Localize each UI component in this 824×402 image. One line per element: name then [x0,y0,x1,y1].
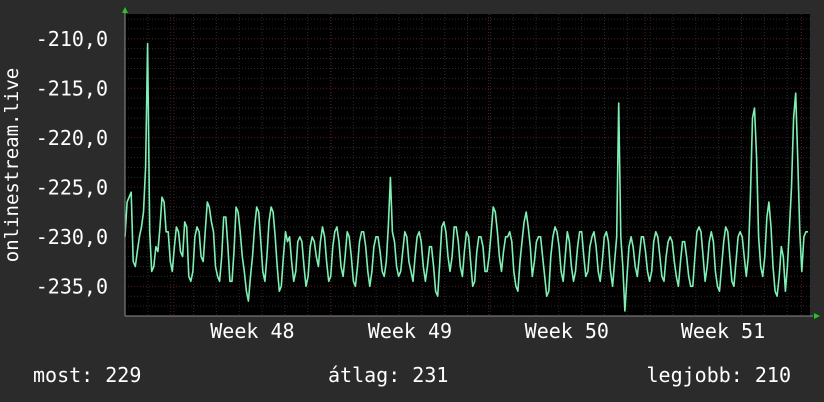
stat-current: most: 229 [33,363,142,387]
y-tick-label: -230,0 [36,225,108,249]
x-tick-label: Week 51 [681,319,765,343]
y-tick-label: -225,0 [36,175,108,199]
x-axis-arrow [814,313,820,319]
y-tick-label: -235,0 [36,274,108,298]
stat-best: legjobb: 210 [646,363,792,387]
x-tick-label: Week 49 [368,319,452,343]
y-axis-arrow [122,7,128,13]
y-tick-label: -215,0 [36,76,108,100]
y-axis-ticks: -235,0 -230,0 -225,0 -220,0 -215,0 -210,0 [36,27,108,299]
y-tick-label: -210,0 [36,27,108,51]
stat-average: átlag: 231 [328,363,449,387]
x-tick-label: Week 50 [525,319,609,343]
y-tick-label: -220,0 [36,126,108,150]
y-axis-label: onlinestream.live [1,67,23,263]
x-tick-label: Week 48 [210,319,294,343]
history-chart: -235,0 -230,0 -225,0 -220,0 -215,0 -210,0 Wee… [36,7,820,343]
x-axis-ticks: Week 48 Week 49 Week 50 Week 51 [210,319,765,343]
